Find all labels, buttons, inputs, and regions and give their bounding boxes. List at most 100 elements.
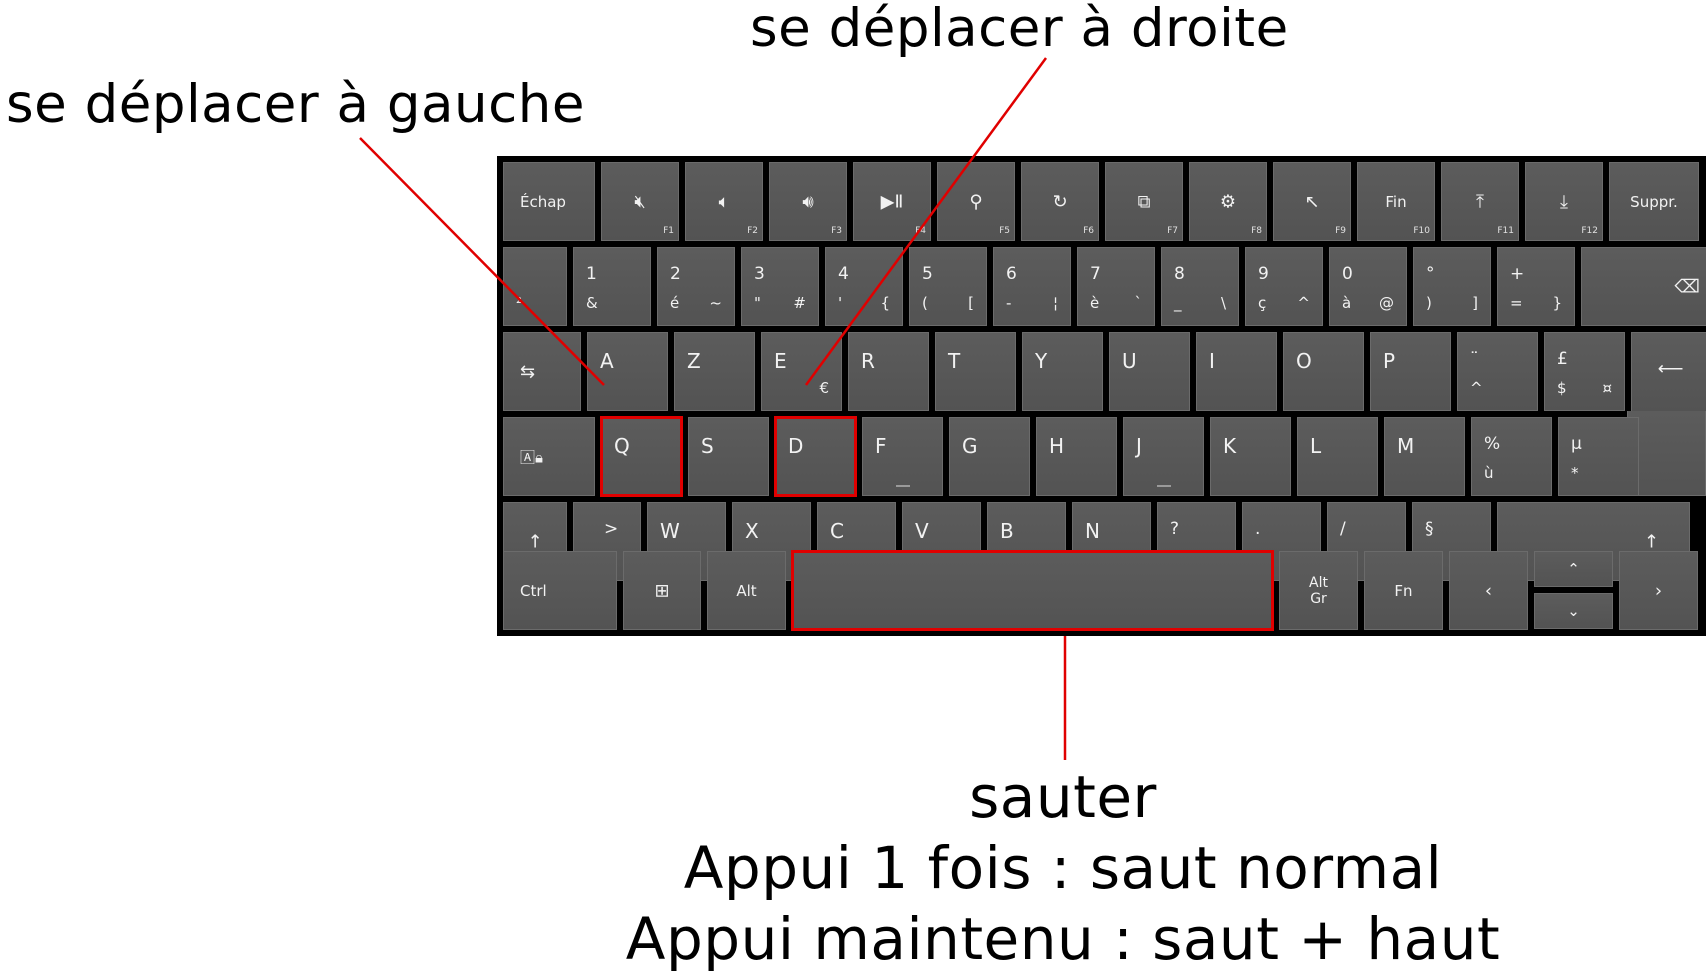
key-f[interactable]: F xyxy=(862,417,943,496)
key-f9[interactable]: ↖ F9 xyxy=(1273,162,1351,241)
windows-icon: ⊞ xyxy=(654,580,670,601)
key-f8[interactable]: ⚙ F8 xyxy=(1189,162,1267,241)
key-degree[interactable]: °)] xyxy=(1413,247,1491,326)
mute-icon: 🔇︎ xyxy=(634,191,646,212)
key-escape[interactable]: Échap xyxy=(503,162,595,241)
key-l[interactable]: L xyxy=(1297,417,1378,496)
key-f4[interactable]: ▶︎Ⅱ F4 xyxy=(853,162,931,241)
key-z[interactable]: Z xyxy=(674,332,755,411)
key-diaeresis[interactable]: ¨ ^ xyxy=(1457,332,1538,411)
shift-icon: ↑ xyxy=(527,531,543,552)
key-j[interactable]: J xyxy=(1123,417,1204,496)
key-6[interactable]: 6- ¦ xyxy=(993,247,1071,326)
search-icon: ⚲ xyxy=(969,191,983,212)
qsdf-row: 🄰︎🔒︎ Q S D F G H J K L M % ù µ * xyxy=(503,416,1639,497)
caps-lock-icon: 🄰︎🔒︎ xyxy=(520,448,543,466)
key-i[interactable]: I xyxy=(1196,332,1277,411)
key-h[interactable]: H xyxy=(1036,417,1117,496)
key-u[interactable]: U xyxy=(1109,332,1190,411)
chevron-left-icon: ‹ xyxy=(1484,580,1493,601)
key-space[interactable] xyxy=(791,550,1274,631)
bottom-row: Ctrl ⊞ Alt Alt Gr Fn ‹ ⌃ ⌄ › xyxy=(503,550,1698,631)
arrow-nw-icon: ↖ xyxy=(1304,191,1320,212)
key-e[interactable]: E € xyxy=(761,332,842,411)
key-d[interactable]: D xyxy=(774,416,857,497)
key-mu[interactable]: µ * xyxy=(1558,417,1639,496)
annotation-jump-tap: Appui 1 fois : saut normal xyxy=(683,834,1443,902)
key-f5[interactable]: ⚲ F5 xyxy=(937,162,1015,241)
key-superscript-two[interactable]: ² xyxy=(503,247,567,326)
key-tab[interactable]: ⇆ xyxy=(503,332,581,411)
key-fn[interactable]: Fn xyxy=(1364,551,1443,630)
key-alt[interactable]: Alt xyxy=(707,551,786,630)
chevron-down-icon: ⌄ xyxy=(1567,602,1580,620)
shift-icon: ↑ xyxy=(1643,531,1659,552)
sync-icon: ↻ xyxy=(1052,191,1068,212)
key-pound[interactable]: £ $ ¤ xyxy=(1544,332,1625,411)
key-4[interactable]: 4 '{ xyxy=(825,247,903,326)
backspace-icon: ⌫ xyxy=(1674,276,1700,297)
home-bump xyxy=(895,485,910,487)
key-y[interactable]: Y xyxy=(1022,332,1103,411)
volume-down-icon: 🔈︎ xyxy=(718,191,730,212)
key-f11[interactable]: ⤒ F11 xyxy=(1441,162,1519,241)
chevron-up-icon: ⌃ xyxy=(1567,560,1580,578)
key-delete[interactable]: Suppr. xyxy=(1609,162,1699,241)
key-backspace[interactable]: ⌫ xyxy=(1581,247,1706,326)
key-f1[interactable]: 🔇︎ F1 xyxy=(601,162,679,241)
function-row: Échap 🔇︎ F1 🔈︎ F2 🔊︎ F3 ▶︎Ⅱ F4 ⚲ F5 ↻ F6 ⧉ F7 ⚙… xyxy=(503,162,1699,241)
key-0[interactable]: 0 à @ xyxy=(1329,247,1407,326)
key-q[interactable]: Q xyxy=(600,416,683,497)
annotation-move-right: se déplacer à droite xyxy=(750,0,1289,59)
key-f12[interactable]: ⤓ F12 xyxy=(1525,162,1603,241)
key-alt-gr[interactable]: Alt Gr xyxy=(1279,551,1358,630)
key-9[interactable]: 9 ç ^ xyxy=(1245,247,1323,326)
annotation-jump-hold: Appui maintenu : saut + haut xyxy=(625,905,1501,973)
key-arrow-down[interactable]: ⌄ xyxy=(1534,593,1613,629)
screen-icon: ⧉ xyxy=(1137,191,1151,212)
key-f6[interactable]: ↻ F6 xyxy=(1021,162,1099,241)
key-1[interactable]: 1 & xyxy=(573,247,651,326)
key-enter[interactable]: ⟵ xyxy=(1631,332,1706,411)
key-m[interactable]: M xyxy=(1384,417,1465,496)
enter-icon: ⟵ xyxy=(1657,358,1684,380)
key-plus[interactable]: + =} xyxy=(1497,247,1575,326)
home-bump xyxy=(1156,485,1171,487)
azerty-row: ⇆ A Z E € R T Y U I O P ¨ ^ £ $ ¤ ⟵ xyxy=(503,332,1706,411)
play-pause-icon: ▶︎Ⅱ xyxy=(880,191,904,212)
annotation-jump-title: sauter xyxy=(969,763,1157,831)
tab-icon: ⇆ xyxy=(520,361,536,382)
key-a[interactable]: A xyxy=(587,332,668,411)
key-8[interactable]: 8 _ \ xyxy=(1161,247,1239,326)
key-f3[interactable]: 🔊︎ F3 xyxy=(769,162,847,241)
key-p[interactable]: P xyxy=(1370,332,1451,411)
key-g[interactable]: G xyxy=(949,417,1030,496)
key-s[interactable]: S xyxy=(688,417,769,496)
key-f2[interactable]: 🔈︎ F2 xyxy=(685,162,763,241)
key-f10[interactable]: Fin F10 xyxy=(1357,162,1435,241)
key-f7[interactable]: ⧉ F7 xyxy=(1105,162,1183,241)
key-ctrl[interactable]: Ctrl xyxy=(503,551,617,630)
number-row: ² 1 & 2 é ~ 3 " # 4 '{ 5([ 6- ¦ 7 è ` 8 _ \ 9 ç ^ 0 à @… xyxy=(503,247,1706,326)
key-2[interactable]: 2 é ~ xyxy=(657,247,735,326)
key-7[interactable]: 7 è ` xyxy=(1077,247,1155,326)
annotation-move-left: se déplacer à gauche xyxy=(6,74,585,135)
key-k[interactable]: K xyxy=(1210,417,1291,496)
chevron-right-icon: › xyxy=(1654,580,1663,601)
key-arrow-right[interactable]: › xyxy=(1619,551,1698,630)
key-arrow-up[interactable]: ⌃ xyxy=(1534,551,1613,587)
key-caps-lock[interactable]: 🄰︎🔒︎ xyxy=(503,417,595,496)
keyboard: Échap 🔇︎ F1 🔈︎ F2 🔊︎ F3 ▶︎Ⅱ F4 ⚲ F5 ↻ F6 ⧉ F7 ⚙… xyxy=(497,156,1706,636)
key-o[interactable]: O xyxy=(1283,332,1364,411)
key-t[interactable]: T xyxy=(935,332,1016,411)
arrow-up-down-stack: ⌃ ⌄ xyxy=(1534,551,1613,630)
key-3[interactable]: 3 " # xyxy=(741,247,819,326)
key-5[interactable]: 5([ xyxy=(909,247,987,326)
download-icon: ⤓ xyxy=(1560,191,1568,212)
key-windows[interactable]: ⊞ xyxy=(623,551,701,630)
upload-icon: ⤒ xyxy=(1476,191,1484,212)
key-arrow-left[interactable]: ‹ xyxy=(1449,551,1528,630)
key-percent[interactable]: % ù xyxy=(1471,417,1552,496)
key-r[interactable]: R xyxy=(848,332,929,411)
annotation-jump: sauter Appui 1 fois : saut normal Appui … xyxy=(463,762,1663,975)
